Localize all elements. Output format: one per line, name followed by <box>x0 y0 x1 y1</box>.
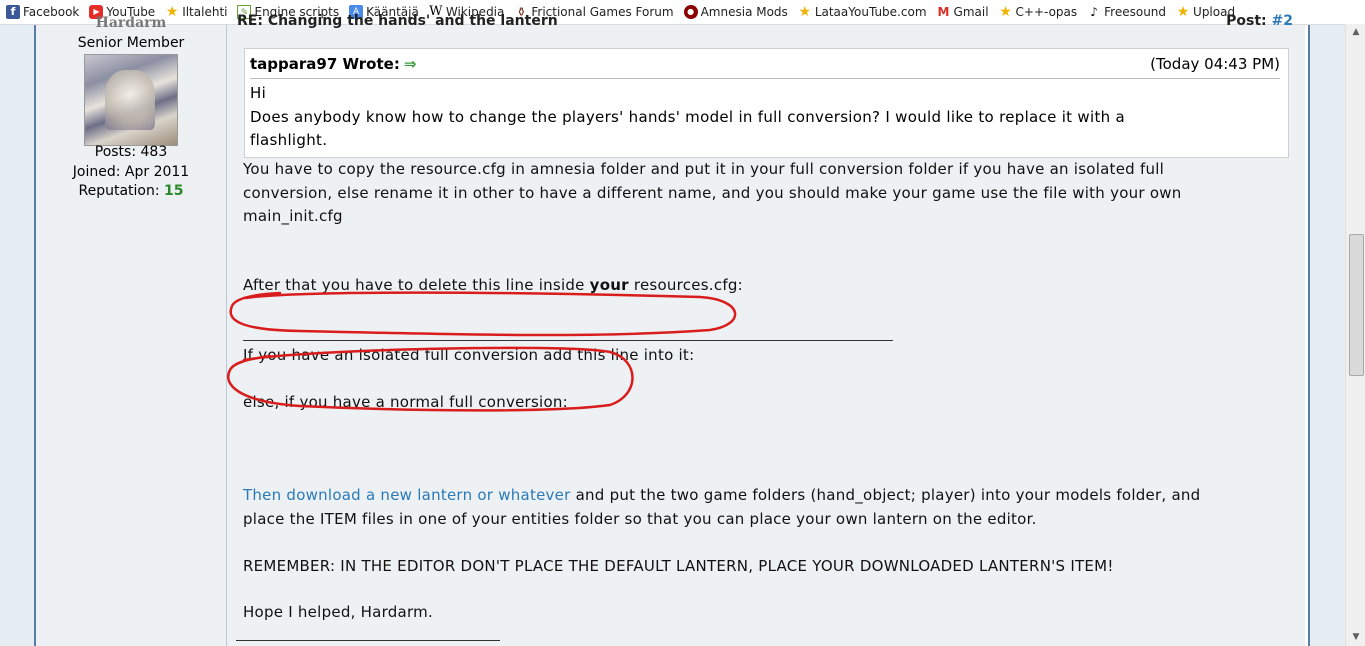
bookmark-label: Freesound <box>1104 5 1167 19</box>
bookmark-c-opas[interactable]: ★ C++-opas <box>999 0 1078 24</box>
post-signature: Hope I helped, Hardarm. <box>243 603 433 621</box>
star-icon: ★ <box>999 4 1012 20</box>
post-paragraph: You have to copy the resource.cfg in amn… <box>243 158 1182 229</box>
post-line: conversion, else rename it in other to h… <box>243 183 1182 202</box>
post-number: Post: #2 <box>1226 13 1293 29</box>
bookmark-lataayoutube-com[interactable]: ★ LataaYouTube.com <box>798 0 927 24</box>
quote-body: Hi Does anybody know how to change the p… <box>250 82 1280 153</box>
quote-header: tappara97 Wrote: ⇒ (Today 04:43 PM) <box>250 52 1280 79</box>
bookmark-freesound[interactable]: ♪ Freesound <box>1087 0 1166 24</box>
post-text: and put the two game folders (hand_objec… <box>570 486 1201 504</box>
author-joined: Joined: Apr 2011 <box>72 164 190 180</box>
quote-line: Hi <box>250 84 267 102</box>
bookmark-label: C++-opas <box>1015 5 1078 19</box>
author-rank: Senior Member <box>77 35 185 51</box>
post-paragraph: Then download a new lantern or whatever … <box>243 484 1200 531</box>
freesound-icon: ♪ <box>1090 5 1098 19</box>
post-content: RE: Changing the hands' and the lantern … <box>227 13 1305 646</box>
post-paragraph: If you have an isolated full conversion … <box>243 346 695 364</box>
download-lantern-link[interactable]: Then download a new lantern or whatever <box>243 486 571 504</box>
reputation-label: Reputation: <box>78 183 160 199</box>
bookmark-label: LataaYouTube.com <box>814 5 927 19</box>
post-title: RE: Changing the hands' and the lantern <box>237 13 558 29</box>
bookmark-label: Amnesia Mods <box>700 5 788 19</box>
post-text: resources.cfg: <box>628 276 743 294</box>
post-paragraph: After that you have to delete this line … <box>243 274 743 298</box>
bookmark-gmail[interactable]: M Gmail <box>937 0 989 24</box>
quote-line: Does anybody know how to change the play… <box>250 107 1125 126</box>
quote-author: tappara97 Wrote: ⇒ <box>250 55 416 73</box>
gmail-icon: M <box>937 5 950 19</box>
author-panel: Hardarm Senior Member Posts: 483 Joined:… <box>36 15 227 646</box>
quote-line: flashlight. <box>250 131 328 149</box>
post-paragraph: REMEMBER: IN THE EDITOR DON'T PLACE THE … <box>243 557 1114 575</box>
code-divider <box>243 340 893 341</box>
author-reputation: Reputation: 15 <box>36 183 226 199</box>
facebook-icon: f <box>6 5 20 19</box>
quote-time: (Today 04:43 PM) <box>1150 55 1280 73</box>
author-posts: Posts: 483 <box>94 144 168 160</box>
scrollbar-thumb[interactable] <box>1349 234 1364 376</box>
star-icon: ★ <box>798 4 812 20</box>
scroll-up-icon[interactable]: ▲ <box>1346 24 1365 41</box>
author-name[interactable]: Hardarm <box>36 15 226 31</box>
bookmark-amnesia-mods[interactable]: ● Amnesia Mods <box>683 0 788 24</box>
post-bold-text: your <box>589 276 629 294</box>
quote-arrow-icon[interactable]: ⇒ <box>404 55 417 73</box>
signature-divider <box>236 640 500 641</box>
post-line: place the ITEM files in one of your enti… <box>243 509 1037 528</box>
post-number-link[interactable]: #2 <box>1272 13 1293 29</box>
avatar[interactable] <box>84 54 178 146</box>
vertical-scrollbar[interactable]: ▲ ▼ <box>1345 24 1365 646</box>
reputation-value[interactable]: 15 <box>164 183 183 199</box>
amnesia-icon: ● <box>683 5 698 19</box>
star-icon: ★ <box>1176 4 1190 20</box>
bookmark-label: Gmail <box>953 5 989 19</box>
forum-page: Hardarm Senior Member Posts: 483 Joined:… <box>0 13 1345 646</box>
scroll-down-icon[interactable]: ▼ <box>1346 629 1365 646</box>
quote-block: tappara97 Wrote: ⇒ (Today 04:43 PM) Hi Do… <box>244 48 1289 158</box>
quote-author-label: tappara97 Wrote: <box>250 55 400 73</box>
post-label: Post: <box>1226 13 1267 29</box>
post-line: main_init.cfg <box>243 207 343 225</box>
post-paragraph: else, if you have a normal full conversi… <box>243 393 568 411</box>
post-line: You have to copy the resource.cfg in amn… <box>243 160 1165 178</box>
post-text: After that you have to delete this line … <box>243 276 590 294</box>
